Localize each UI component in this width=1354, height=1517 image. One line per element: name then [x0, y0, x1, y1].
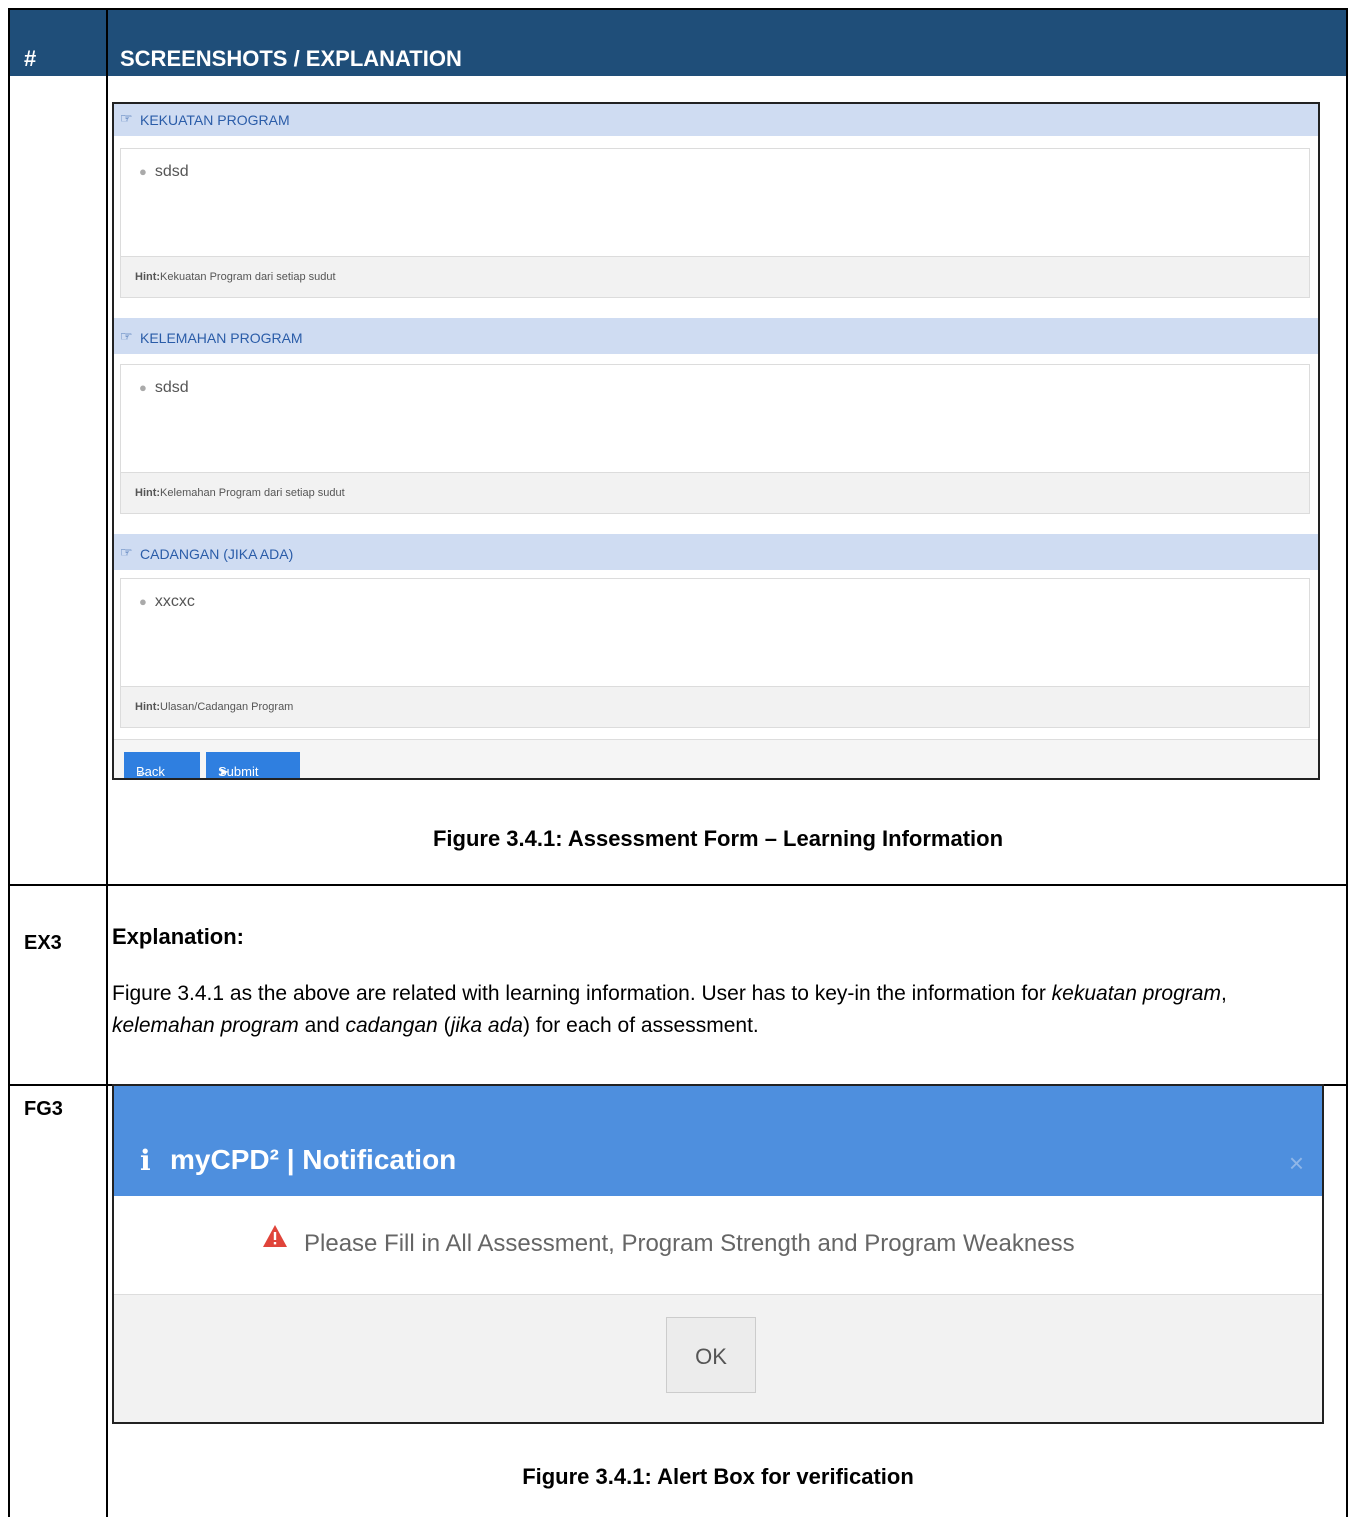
hint-bar: Hint:Ulasan/Cadangan Program	[121, 686, 1309, 727]
figure-caption-2: Figure 3.4.1: Alert Box for verification	[522, 1464, 914, 1489]
section-header-kekuatan: ☞ KEKUATAN PROGRAM	[114, 104, 1318, 136]
info-icon: i	[140, 1144, 151, 1177]
comment-icon: ●	[139, 594, 147, 609]
hint-label: Hint:	[135, 701, 161, 713]
hand-point-icon: ☞	[120, 328, 133, 344]
header-hash: #	[24, 46, 37, 71]
modal-title: myCPD² | Notification	[170, 1144, 457, 1175]
section-header-kelemahan: ☞ KELEMAHAN PROGRAM	[114, 318, 1318, 354]
hand-point-icon: ☞	[120, 110, 133, 126]
modal-footer: OK	[114, 1295, 1322, 1422]
section-title: KELEMAHAN PROGRAM	[140, 330, 303, 346]
comment-icon: ●	[139, 380, 147, 395]
column-divider	[106, 10, 108, 1517]
hint-text: Kekuatan Program dari setiap sudut	[160, 271, 336, 283]
assessment-form-screenshot: ☞ KEKUATAN PROGRAM ● sdsd Hint:Kekuatan P…	[112, 102, 1320, 780]
back-button[interactable]: ← Back	[124, 752, 200, 778]
row-divider	[10, 884, 1346, 886]
hint-text: Ulasan/Cadangan Program	[160, 701, 294, 713]
row-label-ex3: EX3	[24, 932, 62, 954]
row-label-fg3-text: FG3	[24, 1098, 63, 1120]
field-value: sdsd	[154, 379, 189, 396]
hint-label: Hint:	[135, 487, 161, 499]
ok-label: OK	[695, 1344, 727, 1369]
back-label: Back	[136, 764, 165, 779]
comment-icon: ●	[139, 164, 147, 179]
hint-text: Kelemahan Program dari setiap sudut	[160, 487, 345, 499]
field-value: xxcxc	[154, 593, 195, 610]
hand-point-icon: ☞	[120, 544, 133, 560]
hint-label: Hint:	[135, 271, 161, 283]
section-header-cadangan: ☞ CADANGAN (JIKA ADA)	[114, 534, 1318, 570]
field-value: sdsd	[154, 163, 189, 180]
modal-body: Please Fill in All Assessment, Program S…	[114, 1196, 1322, 1295]
submit-button[interactable]: ➤ Submit	[206, 752, 300, 778]
explanation-body: Figure 3.4.1 as the above are related wi…	[112, 982, 1227, 1037]
cadangan-textarea[interactable]: ● xxcxc Hint:Ulasan/Cadangan Program	[120, 578, 1310, 728]
modal-message: Please Fill in All Assessment, Program S…	[304, 1230, 1075, 1257]
figure-caption-1: Figure 3.4.1: Assessment Form – Learning…	[432, 826, 1004, 851]
notification-modal-screenshot: i myCPD² | Notification × Please Fill in…	[112, 1084, 1324, 1424]
explanation-title: Explanation:	[112, 924, 245, 949]
form-button-bar: ← Back ➤ Submit	[114, 739, 1318, 778]
kelemahan-textarea[interactable]: ● sdsd Hint:Kelemahan Program dari setiap…	[120, 364, 1310, 514]
section-title: CADANGAN (JIKA ADA)	[140, 546, 294, 562]
hint-bar: Hint:Kekuatan Program dari setiap sudut	[121, 256, 1309, 297]
ok-button[interactable]: OK	[666, 1317, 756, 1393]
close-icon[interactable]: ×	[1289, 1148, 1304, 1179]
header-screenshots-explanation: SCREENSHOTS / EXPLANATION	[120, 46, 462, 71]
table-header: # SCREENSHOTS / EXPLANATION	[10, 10, 1346, 76]
warning-icon	[263, 1225, 287, 1247]
hint-bar: Hint:Kelemahan Program dari setiap sudut	[121, 472, 1309, 513]
modal-header: i myCPD² | Notification ×	[114, 1086, 1322, 1196]
section-title: KEKUATAN PROGRAM	[140, 112, 290, 128]
kekuatan-textarea[interactable]: ● sdsd Hint:Kekuatan Program dari setiap …	[120, 148, 1310, 298]
submit-label: Submit	[218, 764, 259, 779]
